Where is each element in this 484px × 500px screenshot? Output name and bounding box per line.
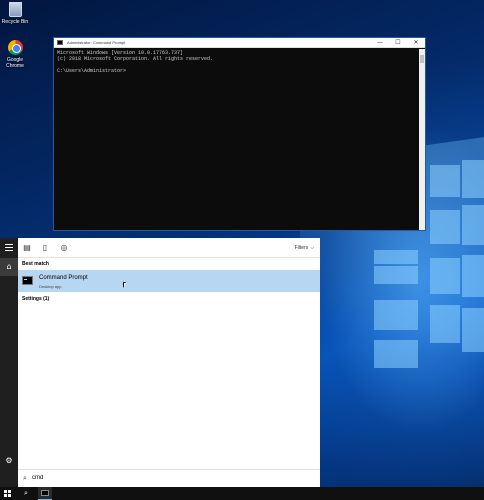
console-prompt-line: C:\Users\Administrator> <box>57 68 127 74</box>
best-match-heading: Best match <box>22 261 49 267</box>
console-scrollbar[interactable] <box>419 49 425 230</box>
windows-logo-icon <box>4 494 7 497</box>
wallpaper-window-pane <box>462 160 484 198</box>
scrollbar-thumb[interactable] <box>420 55 424 63</box>
search-panel-toolbar: ▤ ▯ ◎ Filters ⌵ <box>18 238 320 258</box>
wallpaper-window-pane <box>430 305 460 343</box>
desktop-icon-label: Recycle Bin <box>1 19 29 25</box>
command-prompt-icon <box>41 490 49 496</box>
search-icon: ⌕ <box>23 474 27 482</box>
console-output[interactable]: Microsoft Windows [Version 10.0.17763.73… <box>57 50 417 228</box>
home-button[interactable]: ⌂ <box>0 258 18 276</box>
desktop-icon-recycle-bin[interactable]: Recycle Bin <box>0 2 30 25</box>
wallpaper-window-pane <box>430 258 460 294</box>
wallpaper-window-pane <box>462 308 484 352</box>
wallpaper-window-pane <box>374 250 418 264</box>
command-prompt-window[interactable]: Administrator: Command Prompt — ☐ ✕ Micr… <box>53 37 426 231</box>
best-match-result[interactable]: Command Prompt Desktop app <box>18 270 320 292</box>
filters-dropdown[interactable]: Filters ⌵ <box>295 244 314 252</box>
taskbar: ⌕ <box>0 487 484 500</box>
search-input[interactable] <box>32 475 152 481</box>
desktop-icon-label: Google Chrome <box>6 57 24 69</box>
search-results-panel: ▤ ▯ ◎ Filters ⌵ Best match Command Prompt… <box>18 238 320 487</box>
hamburger-icon <box>5 250 13 251</box>
hamburger-icon <box>5 244 13 245</box>
minimize-button[interactable]: — <box>371 38 389 48</box>
taskbar-command-prompt[interactable] <box>38 487 52 500</box>
desktop-icon-google-chrome[interactable]: Google Chrome <box>0 40 30 69</box>
windows-logo-icon <box>8 490 11 493</box>
wallpaper-window-pane <box>430 210 460 244</box>
close-button[interactable]: ✕ <box>407 38 425 48</box>
window-title: Administrator: Command Prompt <box>67 40 126 45</box>
expand-menu-button[interactable] <box>0 238 18 256</box>
start-button[interactable] <box>0 487 16 500</box>
window-titlebar[interactable]: Administrator: Command Prompt — ☐ ✕ <box>54 38 425 48</box>
command-prompt-icon <box>22 276 33 285</box>
recycle-bin-icon <box>8 2 22 17</box>
chevron-down-icon: ⌵ <box>310 245 314 251</box>
search-box[interactable]: ⌕ <box>18 469 320 487</box>
settings-heading[interactable]: Settings (1) <box>22 296 49 302</box>
windows-logo-icon <box>4 490 7 493</box>
maximize-button[interactable]: ☐ <box>389 38 407 48</box>
mouse-cursor-icon <box>123 282 126 288</box>
wallpaper-window-pane <box>374 340 418 368</box>
result-name: Command Prompt <box>39 275 88 281</box>
gear-icon: ⚙ <box>5 456 13 465</box>
wallpaper-window-pane <box>462 205 484 245</box>
search-icon: ⌕ <box>24 489 28 497</box>
console-app-icon <box>57 40 63 45</box>
result-subtitle: Desktop app <box>39 284 62 289</box>
windows-logo-icon <box>8 494 11 497</box>
chrome-icon <box>7 40 23 55</box>
wallpaper-window-pane <box>374 266 418 284</box>
wallpaper-window-pane <box>462 255 484 297</box>
wallpaper-window-pane <box>430 165 460 197</box>
home-icon: ⌂ <box>6 262 12 271</box>
filters-label: Filters <box>294 245 309 251</box>
web-filter-icon[interactable]: ◎ <box>59 243 69 253</box>
settings-button[interactable]: ⚙ <box>0 452 18 470</box>
start-menu-rail: ⌂ ⚙ <box>0 238 18 487</box>
taskbar-search-button[interactable]: ⌕ <box>19 487 33 500</box>
apps-filter-icon[interactable]: ▤ <box>22 243 32 253</box>
hamburger-icon <box>5 247 13 248</box>
documents-filter-icon[interactable]: ▯ <box>40 243 50 253</box>
wallpaper-window-pane <box>374 300 418 330</box>
